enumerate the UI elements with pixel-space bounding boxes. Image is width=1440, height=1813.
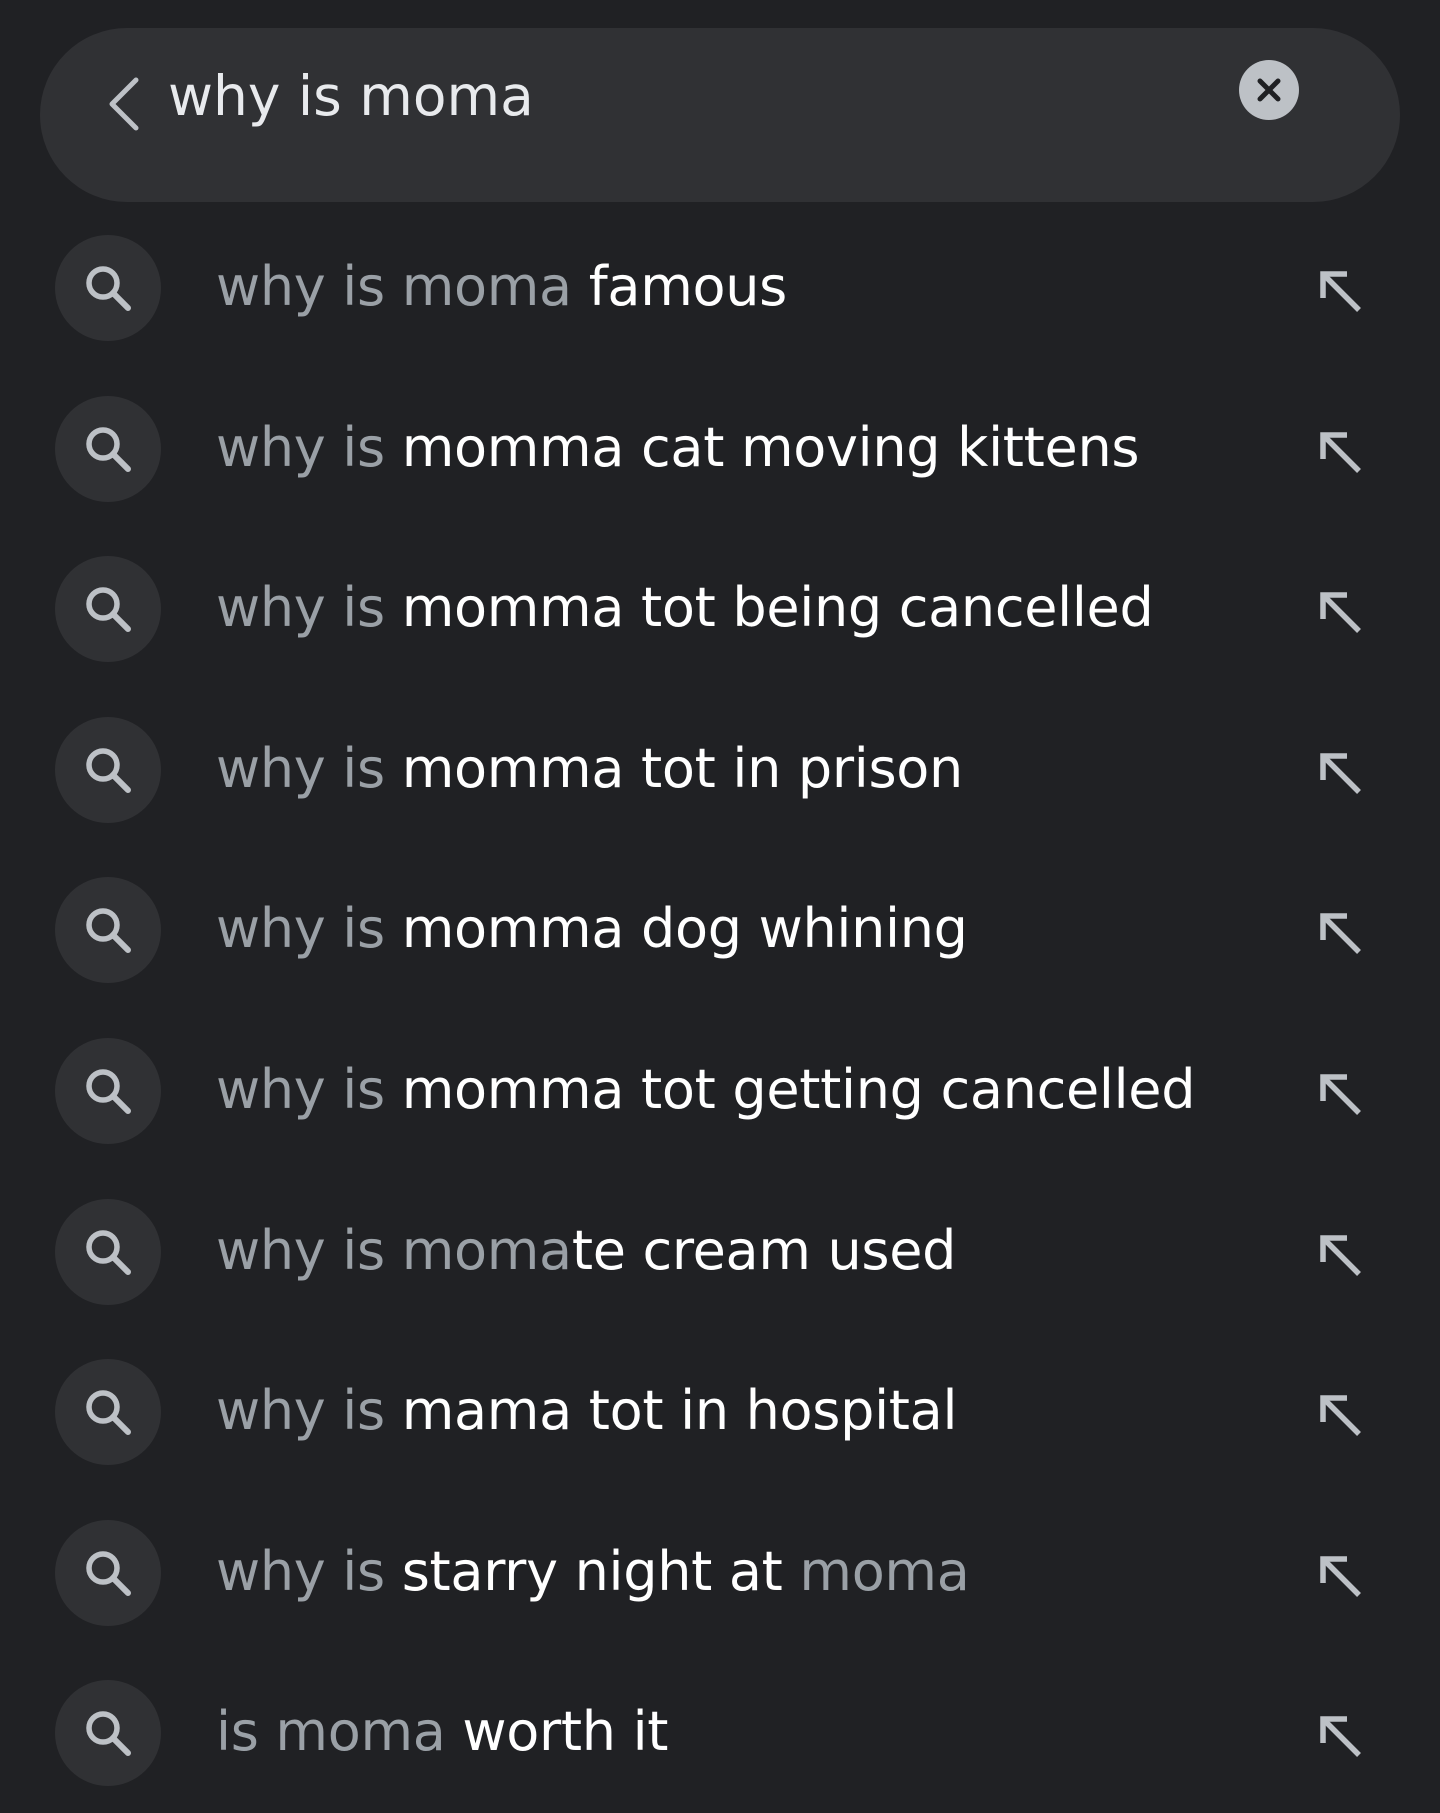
arrow-up-left-icon <box>1320 431 1361 473</box>
suggestion-item[interactable]: why is momate cream used <box>0 1171 1440 1332</box>
arrow-up-left-icon <box>1320 913 1361 955</box>
search-icon <box>86 908 131 954</box>
suggestion-text-part: why is <box>216 1379 402 1443</box>
chevron-left-icon <box>109 77 139 131</box>
clear-button[interactable] <box>1235 56 1303 124</box>
suggestion-text-part: worth it <box>462 1700 669 1764</box>
suggestion-text: why is momma dog whining <box>216 849 968 1009</box>
fill-query-button[interactable] <box>1300 733 1380 813</box>
suggestion-text-part: why is <box>216 1057 402 1121</box>
suggestion-item[interactable]: why is mama tot in hospital <box>0 1331 1440 1492</box>
suggestion-item[interactable]: why is moma famous <box>0 207 1440 368</box>
search-icon <box>86 1069 131 1114</box>
suggestion-item[interactable]: why is momma tot in prison <box>0 689 1440 850</box>
arrow-up-left-icon <box>1320 1074 1361 1115</box>
suggestion-text-part: momma tot being cancelled <box>401 576 1154 640</box>
search-icon <box>86 587 131 633</box>
fill-query-button[interactable] <box>1300 1215 1380 1295</box>
clear-circle <box>1239 60 1299 120</box>
suggestion-list: why is moma famous why is momma cat movin… <box>0 207 1440 1813</box>
search-icon <box>86 1229 131 1275</box>
suggestion-text-part: why is <box>216 897 402 961</box>
suggestion-text: why is mama tot in hospital <box>216 1331 957 1491</box>
suggestion-text: why is starry night at moma <box>216 1492 970 1652</box>
search-icon <box>86 266 131 311</box>
suggestion-search-icon-wrap <box>55 1519 161 1626</box>
suggestion-text-part: why is moma <box>216 1218 572 1282</box>
arrow-up-left-icon <box>1320 1716 1361 1758</box>
suggestion-text: why is momma tot in prison <box>216 689 963 849</box>
back-button[interactable] <box>80 60 168 148</box>
arrow-up-left-icon <box>1320 1556 1361 1597</box>
search-icon <box>86 1711 131 1757</box>
arrow-up-left-icon <box>1320 271 1361 312</box>
suggestion-text-part: why is <box>216 415 402 479</box>
suggestion-search-icon-wrap <box>55 235 161 341</box>
suggestion-item[interactable]: why is momma tot getting cancelled <box>0 1010 1440 1171</box>
arrow-up-left-icon <box>1320 753 1361 794</box>
suggestion-search-icon-wrap <box>55 877 161 984</box>
suggestion-text-part: momma tot in prison <box>401 736 964 800</box>
suggestion-text: why is momma tot getting cancelled <box>216 1010 1196 1170</box>
suggestion-text-part: momma dog whining <box>401 897 968 961</box>
suggestion-text-part: momma cat moving kittens <box>401 415 1140 479</box>
suggestion-text-part: why is <box>216 576 402 640</box>
suggestion-text-part: te cream used <box>571 1218 957 1282</box>
suggestion-text-part: starry night at <box>401 1539 800 1603</box>
search-icon <box>86 426 131 472</box>
suggestion-search-icon-wrap <box>55 1037 161 1144</box>
suggestion-text-part: why is <box>216 1539 402 1603</box>
fill-query-button[interactable] <box>1300 1696 1380 1776</box>
fill-query-button[interactable] <box>1300 1375 1380 1455</box>
suggestion-search-icon-wrap <box>55 1359 161 1466</box>
arrow-up-left-icon <box>1320 1395 1361 1437</box>
suggestion-item[interactable]: is moma worth it <box>0 1652 1440 1813</box>
suggestion-text: why is momma cat moving kittens <box>216 368 1140 528</box>
search-icon <box>86 1390 131 1436</box>
suggestion-text-part: why is moma <box>216 255 589 318</box>
suggestion-text-part: mama tot in hospital <box>401 1379 958 1443</box>
suggestion-text: why is momma tot being cancelled <box>216 528 1154 688</box>
fill-query-button[interactable] <box>1300 412 1380 492</box>
fill-query-button[interactable] <box>1300 572 1380 652</box>
suggestion-text: why is moma famous <box>216 207 787 367</box>
arrow-up-left-icon <box>1320 1234 1361 1276</box>
search-icon <box>86 1551 131 1596</box>
search-input[interactable] <box>168 44 1208 148</box>
fill-query-button[interactable] <box>1300 893 1380 973</box>
fill-query-button[interactable] <box>1300 1054 1380 1134</box>
suggestion-text: why is momate cream used <box>216 1171 956 1331</box>
suggestion-text-part: why is <box>216 736 402 800</box>
suggestion-text-part: momma tot getting cancelled <box>401 1057 1196 1121</box>
fill-query-button[interactable] <box>1300 1536 1380 1616</box>
arrow-up-left-icon <box>1320 592 1361 634</box>
search-icon <box>86 748 131 793</box>
suggestion-search-icon-wrap <box>55 716 161 823</box>
suggestion-item[interactable]: why is momma tot being cancelled <box>0 528 1440 689</box>
suggestion-item[interactable]: why is momma cat moving kittens <box>0 368 1440 529</box>
suggestion-search-icon-wrap <box>55 1198 161 1305</box>
suggestion-search-icon-wrap <box>55 556 161 663</box>
suggestion-item[interactable]: why is starry night at moma <box>0 1492 1440 1653</box>
suggestion-text: is moma worth it <box>216 1652 668 1812</box>
suggestion-search-icon-wrap <box>55 395 161 502</box>
fill-query-button[interactable] <box>1300 251 1380 331</box>
close-icon <box>1257 78 1281 102</box>
suggestion-text-part: famous <box>588 255 788 318</box>
suggestion-text-part: is moma <box>216 1700 463 1764</box>
suggestion-text-part: moma <box>799 1539 970 1603</box>
suggestion-item[interactable]: why is momma dog whining <box>0 849 1440 1010</box>
suggestion-search-icon-wrap <box>55 1680 161 1787</box>
